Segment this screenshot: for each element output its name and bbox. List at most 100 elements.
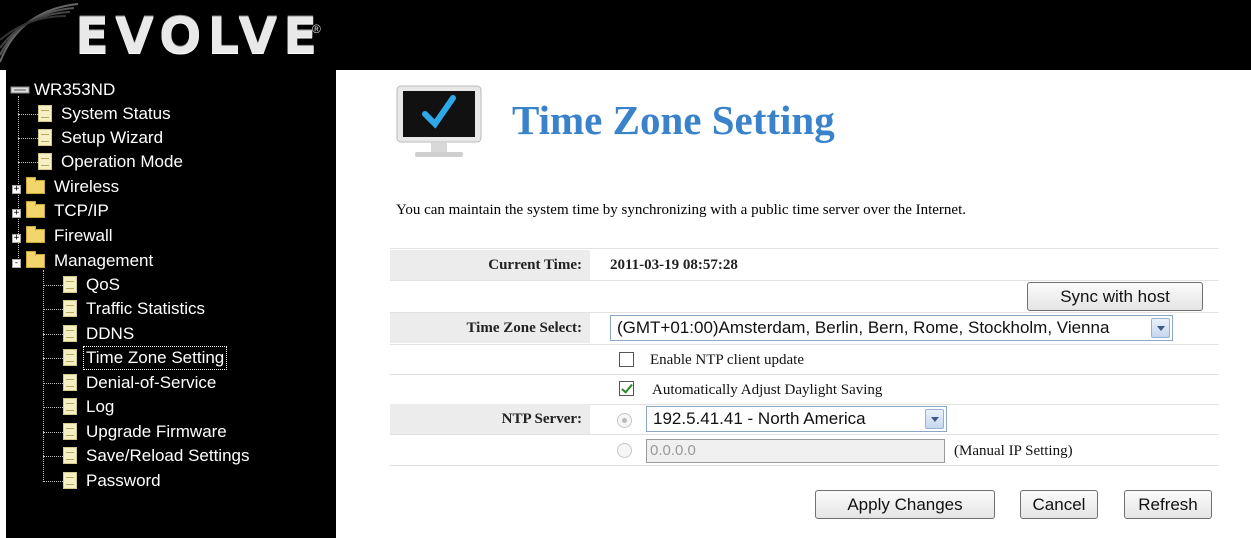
expand-icon[interactable]: + bbox=[12, 185, 21, 194]
row-divider bbox=[390, 465, 1219, 466]
sidebar-item-label: Management bbox=[54, 251, 154, 270]
sidebar-item-qos[interactable]: QoS bbox=[63, 274, 122, 296]
tree-line bbox=[43, 270, 44, 482]
chevron-down-icon bbox=[925, 409, 944, 429]
document-icon bbox=[38, 153, 52, 170]
sidebar-item-log[interactable]: Log bbox=[63, 396, 116, 418]
cancel-button[interactable]: Cancel bbox=[1020, 490, 1098, 519]
document-icon bbox=[63, 374, 77, 391]
tree-line bbox=[43, 334, 65, 335]
sidebar-item-save-reload-settings[interactable]: Save/Reload Settings bbox=[63, 445, 252, 467]
sidebar-item-label: Password bbox=[86, 471, 161, 490]
sidebar-item-traffic-statistics[interactable]: Traffic Statistics bbox=[63, 298, 207, 320]
page-title: Time Zone Setting bbox=[512, 97, 835, 143]
registered-mark: ® bbox=[312, 22, 321, 36]
sidebar-item-denial-of-service[interactable]: Denial-of-Service bbox=[63, 372, 218, 394]
folder-icon bbox=[26, 177, 45, 194]
folder-open-icon bbox=[26, 251, 45, 268]
sidebar-item-system-status[interactable]: System Status bbox=[38, 103, 173, 125]
manual-ip-note: (Manual IP Setting) bbox=[954, 443, 1073, 459]
tree-line bbox=[43, 407, 65, 408]
sidebar-item-setup-wizard[interactable]: Setup Wizard bbox=[38, 127, 165, 149]
sidebar-root-label: WR353ND bbox=[34, 80, 116, 99]
ntp-server-select[interactable]: 192.5.41.41 - North America bbox=[646, 406, 947, 432]
logo-swoosh-icon bbox=[0, 3, 79, 63]
current-time-label: Current Time: bbox=[390, 250, 590, 280]
document-icon bbox=[63, 423, 77, 440]
expand-icon[interactable]: + bbox=[12, 209, 21, 218]
tree-line bbox=[43, 309, 65, 310]
daylight-saving-label: Automatically Adjust Daylight Saving bbox=[652, 382, 883, 398]
sidebar-item-ddns[interactable]: DDNS bbox=[63, 323, 136, 345]
row-divider bbox=[390, 248, 1219, 249]
sidebar-item-label: Wireless bbox=[54, 177, 120, 196]
current-time-value: 2011-03-19 08:57:28 bbox=[610, 257, 738, 273]
document-icon bbox=[63, 349, 77, 366]
network-device-icon bbox=[10, 86, 30, 94]
ntp-server-label: NTP Server: bbox=[390, 404, 590, 434]
tree-line bbox=[43, 358, 65, 359]
sidebar-item-tcpip[interactable]: + TCP/IP bbox=[12, 200, 111, 222]
tree-line bbox=[43, 383, 65, 384]
tree-line bbox=[43, 481, 65, 482]
tree-line bbox=[43, 432, 65, 433]
sidebar-item-label: Setup Wizard bbox=[61, 128, 164, 147]
sidebar-item-wireless[interactable]: + Wireless bbox=[12, 176, 121, 198]
manual-ip-input[interactable]: 0.0.0.0 bbox=[646, 439, 945, 463]
refresh-button[interactable]: Refresh bbox=[1124, 490, 1212, 519]
row-divider bbox=[390, 434, 1219, 435]
sidebar-item-label: Upgrade Firmware bbox=[86, 422, 227, 441]
sidebar-item-time-zone-setting[interactable]: Time Zone Setting bbox=[63, 346, 228, 370]
sidebar-item-label: Denial-of-Service bbox=[86, 373, 217, 392]
time-zone-label: Time Zone Select: bbox=[390, 313, 590, 343]
sidebar-item-firewall[interactable]: + Firewall bbox=[12, 225, 115, 247]
brand-logo: EVOLVE bbox=[75, 7, 324, 65]
folder-icon bbox=[26, 226, 45, 243]
sidebar-item-label: Operation Mode bbox=[61, 152, 183, 171]
tree-line bbox=[43, 456, 65, 457]
expand-icon[interactable]: + bbox=[12, 234, 21, 243]
row-divider bbox=[390, 374, 1219, 375]
sidebar-item-label: System Status bbox=[61, 104, 171, 123]
sidebar-root[interactable]: WR353ND bbox=[10, 79, 117, 101]
time-zone-select-value: (GMT+01:00)Amsterdam, Berlin, Bern, Rome… bbox=[617, 318, 1110, 337]
document-icon bbox=[63, 325, 77, 342]
sidebar-item-operation-mode[interactable]: Operation Mode bbox=[38, 151, 185, 173]
collapse-icon[interactable]: - bbox=[12, 259, 21, 268]
document-icon bbox=[63, 447, 77, 464]
daylight-saving-checkbox[interactable] bbox=[619, 381, 634, 396]
ntp-server-preset-radio[interactable] bbox=[617, 413, 632, 428]
sidebar-item-label: QoS bbox=[86, 275, 121, 294]
tree-line bbox=[43, 285, 65, 286]
ntp-server-manual-radio[interactable] bbox=[617, 443, 632, 458]
sidebar-item-label: Time Zone Setting bbox=[82, 346, 228, 370]
sync-with-host-button[interactable]: Sync with host bbox=[1027, 282, 1203, 311]
main-content: Time Zone Setting You can maintain the s… bbox=[336, 70, 1251, 538]
sidebar-item-label: TCP/IP bbox=[54, 201, 109, 220]
header-banner: EVOLVE ® bbox=[0, 0, 1251, 70]
sidebar-item-label: DDNS bbox=[86, 324, 135, 343]
document-icon bbox=[63, 300, 77, 317]
document-icon bbox=[63, 472, 77, 489]
sidebar-item-password[interactable]: Password bbox=[63, 470, 163, 492]
enable-ntp-label: Enable NTP client update bbox=[650, 352, 804, 368]
monitor-checkmark-icon bbox=[396, 85, 482, 157]
sidebar-nav: WR353ND System Status Setup Wizard Opera… bbox=[6, 70, 336, 538]
ntp-server-select-value: 192.5.41.41 - North America bbox=[653, 409, 866, 428]
row-divider bbox=[390, 280, 1219, 281]
sidebar-item-upgrade-firmware[interactable]: Upgrade Firmware bbox=[63, 421, 229, 443]
sidebar-item-label: Traffic Statistics bbox=[86, 299, 206, 318]
document-icon bbox=[63, 398, 77, 415]
document-icon bbox=[63, 276, 77, 293]
sidebar-item-label: Log bbox=[86, 397, 115, 416]
document-icon bbox=[38, 105, 52, 122]
sidebar-item-management[interactable]: - Management bbox=[12, 250, 155, 272]
page-description: You can maintain the system time by sync… bbox=[396, 202, 967, 218]
document-icon bbox=[38, 129, 52, 146]
row-divider bbox=[390, 344, 1219, 345]
apply-changes-button[interactable]: Apply Changes bbox=[815, 490, 995, 519]
time-zone-select[interactable]: (GMT+01:00)Amsterdam, Berlin, Bern, Rome… bbox=[610, 315, 1173, 341]
sidebar-item-label: Save/Reload Settings bbox=[86, 446, 250, 465]
enable-ntp-checkbox[interactable] bbox=[619, 352, 634, 367]
folder-icon bbox=[26, 201, 45, 218]
